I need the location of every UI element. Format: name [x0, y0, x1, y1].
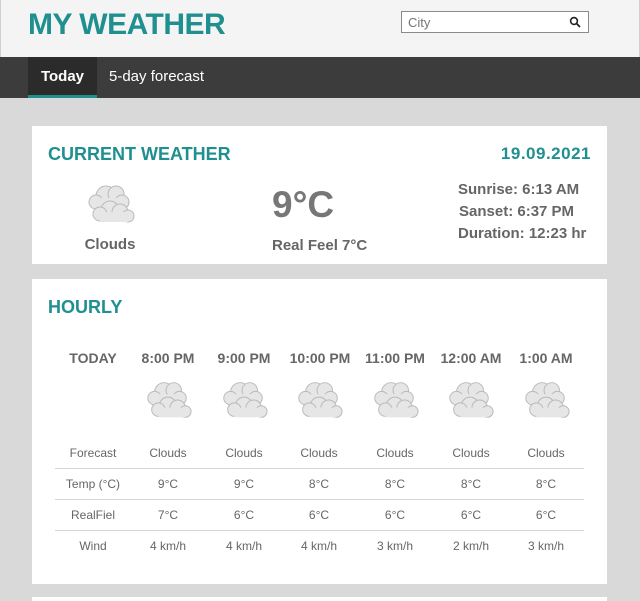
- hour-forecast: Clouds: [452, 446, 490, 460]
- row-divider: [55, 499, 584, 500]
- hour-temp: 9°C: [157, 477, 179, 491]
- hour-forecast: Clouds: [149, 446, 187, 460]
- hour-realfeel: 6°C: [384, 508, 406, 522]
- hour-wind: 3 km/h: [376, 539, 413, 553]
- hour-wind: 4 km/h: [149, 539, 186, 553]
- sunset-time: Sanset: 6:37 PM: [459, 203, 575, 220]
- clouds-icon: [298, 382, 343, 418]
- tab-5-day-forecast[interactable]: 5-day forecast: [109, 57, 204, 98]
- hour-time: 10:00 PM: [289, 350, 351, 366]
- hour-wind: 2 km/h: [452, 539, 489, 553]
- hour-realfeel: 6°C: [308, 508, 330, 522]
- hour-time: 11:00 PM: [365, 350, 425, 366]
- hour-realfeel: 6°C: [535, 508, 557, 522]
- hour-realfeel: 6°C: [460, 508, 482, 522]
- hour-time: 8:00 PM: [141, 350, 195, 366]
- row-divider: [55, 468, 584, 469]
- tab-today[interactable]: Today: [28, 57, 97, 98]
- hour-time: 1:00 AM: [519, 350, 573, 366]
- current-date: 19.09.2021: [500, 144, 591, 163]
- clouds-icon: [88, 185, 135, 223]
- hour-temp: 8°C: [535, 477, 557, 491]
- hour-temp: 9°C: [233, 477, 255, 491]
- hour-wind: 4 km/h: [225, 539, 262, 553]
- sunrise-time: Sunrise: 6:13 AM: [458, 181, 580, 198]
- hour-forecast: Clouds: [225, 446, 263, 460]
- row-divider: [55, 530, 584, 531]
- hour-realfeel: 7°C: [157, 508, 179, 522]
- main-nav: Today 5-day forecast: [0, 57, 640, 98]
- clouds-icon: [525, 382, 570, 418]
- hour-forecast: Clouds: [300, 446, 338, 460]
- row-label-wind: Wind: [79, 539, 107, 553]
- real-feel: Real Feel 7°C: [272, 237, 368, 254]
- hour-forecast: Clouds: [376, 446, 414, 460]
- row-label-temp: Temp (°C): [65, 477, 121, 491]
- hourly-card: HOURLY TODAY Forecast Temp (°C) RealFiel…: [32, 279, 607, 584]
- app-title: MY WEATHER: [28, 8, 226, 41]
- hour-wind: 4 km/h: [300, 539, 337, 553]
- clouds-icon: [374, 382, 419, 418]
- next-card-edge: [32, 597, 607, 601]
- day-duration: Duration: 12:23 hr: [458, 225, 587, 242]
- hour-wind: 3 km/h: [527, 539, 564, 553]
- city-search-input[interactable]: [402, 12, 562, 32]
- clouds-icon: [147, 382, 192, 418]
- current-temperature: 9°C: [272, 184, 335, 225]
- hourly-title: HOURLY: [48, 297, 123, 317]
- current-weather-card: CURRENT WEATHER 19.09.2021 Clouds 9°C Re…: [32, 126, 607, 264]
- hour-temp: 8°C: [460, 477, 482, 491]
- hour-realfeel: 6°C: [233, 508, 255, 522]
- hour-time: 9:00 PM: [217, 350, 271, 366]
- today-label: TODAY: [69, 350, 117, 366]
- search-icon[interactable]: [569, 16, 581, 28]
- hour-temp: 8°C: [308, 477, 330, 491]
- hour-time: 12:00 AM: [440, 350, 502, 366]
- current-condition: Clouds: [84, 236, 136, 253]
- clouds-icon: [449, 382, 494, 418]
- city-search[interactable]: [401, 11, 589, 33]
- clouds-icon: [223, 382, 268, 418]
- row-label-forecast: Forecast: [69, 446, 117, 460]
- row-label-realfeel: RealFiel: [70, 508, 115, 522]
- hour-temp: 8°C: [384, 477, 406, 491]
- hour-forecast: Clouds: [527, 446, 565, 460]
- current-weather-title: CURRENT WEATHER: [48, 144, 231, 164]
- app-header: MY WEATHER: [0, 0, 640, 57]
